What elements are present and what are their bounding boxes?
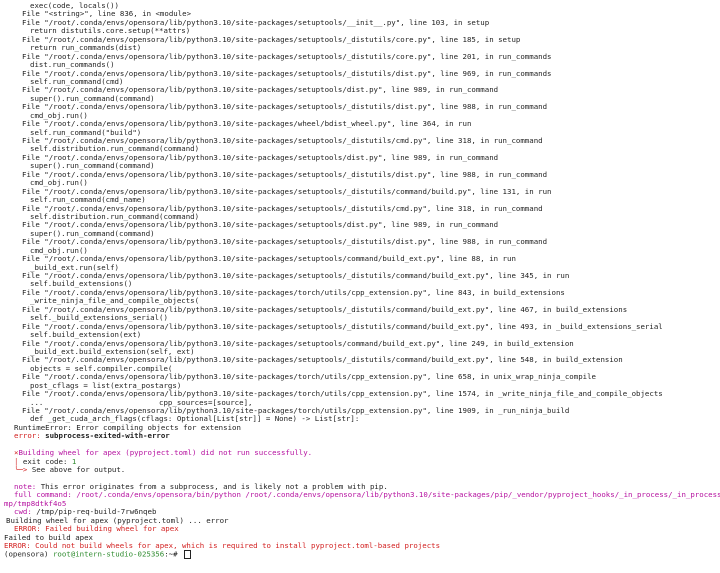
traceback-line: _build_ext.build_extension(self, ext) xyxy=(30,347,195,356)
failed-to-build-line: Failed to build apex xyxy=(4,533,93,542)
build-fail-line: ×Building wheel for apex (pyproject.toml… xyxy=(4,449,720,457)
traceback-line: File "/root/.conda/envs/opensora/lib/pyt… xyxy=(22,305,628,314)
cwd-label: cwd: xyxy=(14,508,32,517)
error-line: error: subprocess-exited-with-error xyxy=(4,432,720,440)
cwd-path: /tmp/pip-req-build-7rw6nqeb xyxy=(36,508,157,517)
prompt-env: (opensora) xyxy=(4,550,49,559)
traceback-line: super().run_command(command) xyxy=(30,229,155,238)
traceback-line: objects = self.compiler.compile( xyxy=(30,364,173,373)
traceback-line: File "/root/.conda/envs/opensora/lib/pyt… xyxy=(22,187,552,196)
traceback-line: File "/root/.conda/envs/opensora/lib/pyt… xyxy=(22,35,521,44)
traceback-line: post_cflags = list(extra_postargs) xyxy=(30,381,182,390)
traceback-line: _build_ext.run(self) xyxy=(30,263,119,272)
traceback-line: File "/root/.conda/envs/opensora/lib/pyt… xyxy=(22,18,490,27)
traceback-line: super().run_command(command) xyxy=(30,162,155,171)
failed-building-line: ERROR: Failed building wheel for apex xyxy=(4,525,720,533)
traceback-line: RuntimeError: Error compiling objects fo… xyxy=(14,423,241,432)
traceback-line: self.run_command("build") xyxy=(30,128,142,137)
traceback-line: return distutils.core.setup(**attrs) xyxy=(30,27,191,36)
traceback-line: self.distribution.run_command(command) xyxy=(30,145,200,154)
error-label: error: xyxy=(14,432,41,441)
traceback-line: File "/root/.conda/envs/opensora/lib/pyt… xyxy=(22,52,552,61)
traceback-line: File "/root/.conda/envs/opensora/lib/pyt… xyxy=(22,255,516,264)
traceback-line: def _get_cuda_arch_flags(cflags: Optiona… xyxy=(30,415,360,424)
note-text: This error originates from a subprocess,… xyxy=(40,482,388,491)
arrow-glyph: ╰─> xyxy=(14,466,28,475)
full-command-text: /root/.conda/envs/opensora/bin/python /r… xyxy=(76,491,720,500)
traceback-line: cmd_obj.run() xyxy=(30,179,88,188)
traceback-line: File "/root/.conda/envs/opensora/lib/pyt… xyxy=(22,69,552,78)
error-failed-label: ERROR: xyxy=(14,525,41,534)
traceback-line: dist.run_commands() xyxy=(30,61,115,70)
traceback-line: File "/root/.conda/envs/opensora/lib/pyt… xyxy=(22,120,472,129)
traceback-line: self.run_command(cmd) xyxy=(30,77,124,86)
building-line: Building wheel for apex (pyproject.toml)… xyxy=(6,516,229,525)
traceback-line: cmd_obj.run() xyxy=(30,246,88,255)
traceback-line: self.run_command(cmd_name) xyxy=(30,196,146,205)
traceback-line: self._build_extensions_serial() xyxy=(30,314,168,323)
text-cursor[interactable] xyxy=(184,550,192,559)
traceback-line: File "<string>", line 836, in <module> xyxy=(22,10,192,19)
traceback-line: File "/root/.conda/envs/opensora/lib/pyt… xyxy=(22,356,623,365)
traceback-line: File "/root/.conda/envs/opensora/lib/pyt… xyxy=(22,339,574,348)
traceback-line: File "/root/.conda/envs/opensora/lib/pyt… xyxy=(22,407,570,415)
shell-prompt[interactable]: (opensora) root@intern-studio-025356:~# xyxy=(4,550,720,559)
note-label: note: xyxy=(14,482,37,491)
full-command-line: full command: /root/.conda/envs/opensora… xyxy=(4,491,720,499)
traceback-line: File "/root/.conda/envs/opensora/lib/pyt… xyxy=(22,373,596,382)
cwd-line: cwd: /tmp/pip-req-build-7rw6nqeb xyxy=(4,508,720,516)
error-failed-text: Failed building wheel for apex xyxy=(45,525,179,534)
traceback-line: File "/root/.conda/envs/opensora/lib/pyt… xyxy=(22,390,663,399)
final-error-line: ERROR: Could not build wheels for apex, … xyxy=(4,542,441,550)
traceback-line: cmd_obj.run() xyxy=(30,111,88,120)
traceback-line: File "/root/.conda/envs/opensora/lib/pyt… xyxy=(22,170,548,179)
traceback-line: return run_commands(dist) xyxy=(30,44,142,53)
exit-code-value: 1 xyxy=(71,457,77,466)
traceback-line: ... cpp_sources=[source], xyxy=(30,398,253,407)
full-command-wrap: mp/tmp8dtkf4o5 xyxy=(4,499,67,508)
traceback-line: exec(code, locals()) xyxy=(30,2,119,10)
traceback-line: super().run_command(command) xyxy=(30,94,155,103)
traceback-line: File "/root/.conda/envs/opensora/lib/pyt… xyxy=(22,153,499,162)
full-command-label: full command: xyxy=(14,491,72,500)
traceback-line: File "/root/.conda/envs/opensora/lib/pyt… xyxy=(22,272,570,280)
traceback-line: File "/root/.conda/envs/opensora/lib/pyt… xyxy=(22,204,543,213)
prompt-cwd: :~# xyxy=(164,550,178,559)
traceback-line: self.build_extension(ext) xyxy=(30,331,142,340)
traceback-line: File "/root/.conda/envs/opensora/lib/pyt… xyxy=(22,137,543,145)
note-line: note: This error originates from a subpr… xyxy=(4,483,720,491)
traceback-block: exec(code, locals()) File "<string>", lin… xyxy=(4,2,720,432)
fail-message: Building wheel for apex (pyproject.toml)… xyxy=(18,449,313,458)
traceback-line: _write_ninja_file_and_compile_objects( xyxy=(30,297,200,306)
prompt-user-host: root@intern-studio-025356 xyxy=(52,550,165,559)
traceback-line: File "/root/.conda/envs/opensora/lib/pyt… xyxy=(22,322,663,331)
see-above-text: See above for output. xyxy=(31,466,126,475)
traceback-line: File "/root/.conda/envs/opensora/lib/pyt… xyxy=(22,221,499,230)
error-code-name: subprocess-exited-with-error xyxy=(45,432,170,441)
traceback-line: File "/root/.conda/envs/opensora/lib/pyt… xyxy=(22,288,565,297)
see-above-line: ╰─> See above for output. xyxy=(4,466,720,474)
traceback-line: self.build_extensions() xyxy=(30,280,133,289)
traceback-line: File "/root/.conda/envs/opensora/lib/pyt… xyxy=(22,103,548,112)
traceback-line: File "/root/.conda/envs/opensora/lib/pyt… xyxy=(22,238,548,247)
traceback-line: File "/root/.conda/envs/opensora/lib/pyt… xyxy=(22,86,499,95)
exit-code-label: exit code: xyxy=(22,457,68,466)
exit-code-line: │ exit code: 1 xyxy=(4,458,720,466)
traceback-line: self.distribution.run_command(command) xyxy=(30,212,200,221)
pipe-glyph: │ xyxy=(14,457,19,466)
terminal-output[interactable]: exec(code, locals()) File "<string>", lin… xyxy=(0,0,720,573)
